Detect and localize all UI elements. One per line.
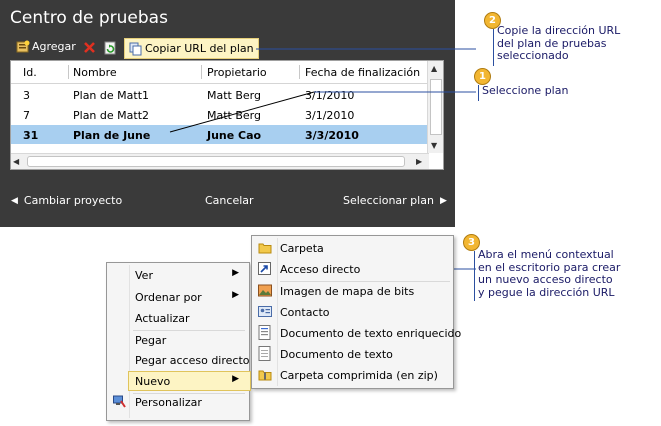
callout-text-select-plan: Seleccione plan xyxy=(482,84,569,97)
callout-text-copy-url: Copie la dirección URL del plan de prueba… xyxy=(497,24,621,62)
callout-text-context-menu: Abra el menú contextual en el escritorio … xyxy=(478,248,621,299)
menu-item-paste-shortcut[interactable]: Pegar acceso directo xyxy=(107,350,250,370)
desktop-context-menu: Ver ▶ Ordenar por ▶ Actualizar Pegar Pegar… xyxy=(106,262,251,421)
personalize-icon xyxy=(113,395,126,411)
rich-text-doc-icon xyxy=(258,325,271,343)
zip-folder-icon xyxy=(258,368,272,384)
menu-item-sort-by[interactable]: Ordenar por ▶ xyxy=(107,287,249,307)
menu-item-new[interactable]: Nuevo ▶ xyxy=(107,371,251,391)
callout-bar xyxy=(493,29,494,66)
menu-item-paste[interactable]: Pegar xyxy=(107,330,249,350)
new-submenu: Carpeta Acceso directo Imagen de mapa de… xyxy=(251,235,461,389)
callout-badge-1: 1 xyxy=(474,68,491,85)
submenu-item-bitmap[interactable]: Imagen de mapa de bits xyxy=(252,281,453,301)
contact-icon xyxy=(258,305,272,321)
submenu-arrow-icon: ▶ xyxy=(232,374,239,384)
folder-icon xyxy=(258,241,272,257)
submenu-arrow-icon: ▶ xyxy=(232,268,239,278)
callout-bar xyxy=(478,85,479,101)
callout-bar xyxy=(474,251,475,301)
menu-item-refresh[interactable]: Actualizar xyxy=(107,308,249,328)
submenu-item-text-doc[interactable]: Documento de texto xyxy=(252,344,453,364)
bitmap-icon xyxy=(258,284,272,300)
submenu-item-zip-folder[interactable]: Carpeta comprimida (en zip) xyxy=(252,365,453,385)
submenu-item-contact[interactable]: Contacto xyxy=(252,302,453,322)
submenu-item-rich-text[interactable]: Documento de texto enriquecido xyxy=(252,323,461,343)
text-doc-icon xyxy=(258,346,271,364)
menu-item-view[interactable]: Ver ▶ xyxy=(107,265,249,285)
submenu-item-folder[interactable]: Carpeta xyxy=(252,238,453,258)
shortcut-icon xyxy=(258,262,271,278)
submenu-item-shortcut[interactable]: Acceso directo xyxy=(252,259,453,279)
submenu-arrow-icon: ▶ xyxy=(232,290,239,300)
menu-item-personalize[interactable]: Personalizar xyxy=(107,392,249,412)
